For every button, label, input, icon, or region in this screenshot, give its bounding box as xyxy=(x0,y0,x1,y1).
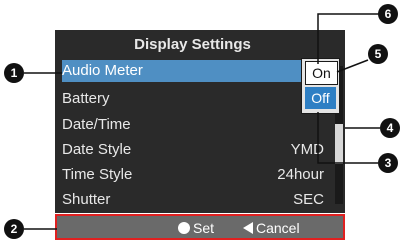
callout-2: 2 xyxy=(4,219,24,239)
callout-3: 3 xyxy=(378,153,398,173)
callout-lines xyxy=(24,13,382,230)
callout-1: 1 xyxy=(4,63,24,83)
callout-6: 6 xyxy=(378,4,398,24)
callout-5: 5 xyxy=(368,44,388,64)
callout-4: 4 xyxy=(380,118,400,138)
